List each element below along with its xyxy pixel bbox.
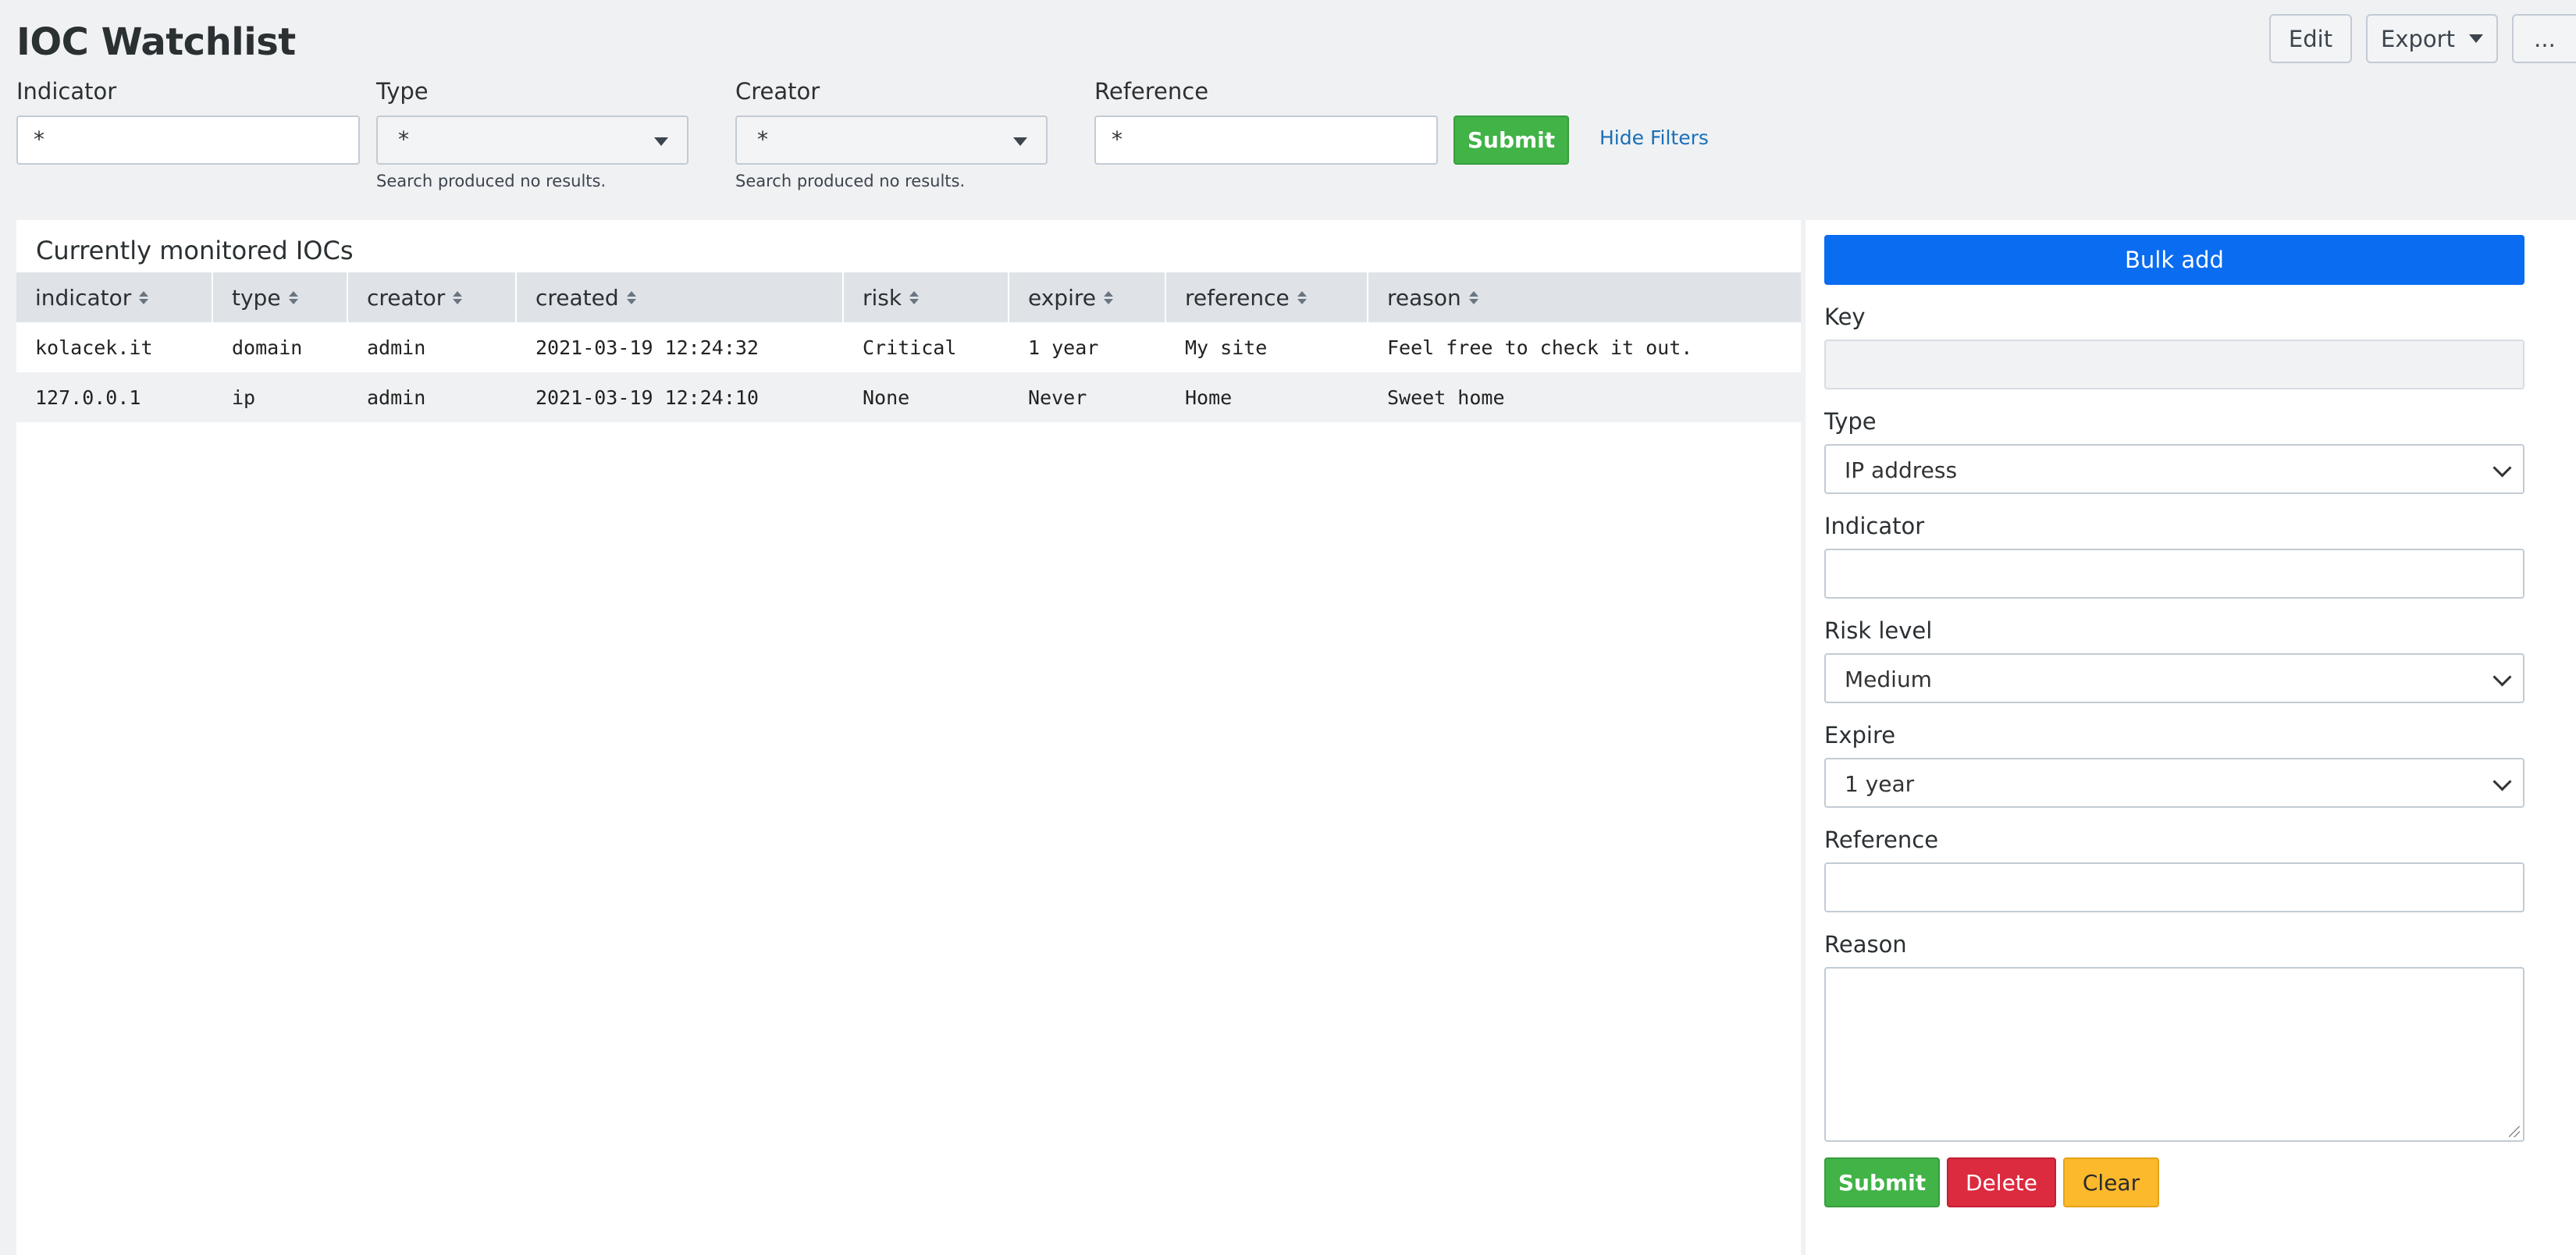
risk-level-select[interactable]: Medium — [1824, 653, 2524, 703]
sort-icon — [909, 290, 920, 304]
filter-submit-button[interactable]: Submit — [1453, 116, 1569, 165]
risk-level-label: Risk level — [1824, 617, 1933, 644]
more-actions-button[interactable]: ... — [2512, 14, 2576, 63]
column-header-type[interactable]: type — [213, 272, 348, 322]
hide-filters-link[interactable]: Hide Filters — [1599, 126, 1709, 149]
reference-label: Reference — [1824, 827, 1939, 853]
more-actions-label: ... — [2534, 25, 2556, 52]
cell-created: 2021-03-19 12:24:32 — [535, 336, 759, 359]
column-header-created[interactable]: created — [517, 272, 844, 322]
filter-type-select[interactable]: * — [376, 116, 688, 165]
cell-indicator: 127.0.0.1 — [35, 386, 141, 409]
type-select[interactable]: IP address — [1824, 444, 2524, 494]
column-header-reason[interactable]: reason — [1368, 272, 1801, 322]
filter-type-hint: Search produced no results. — [376, 172, 607, 190]
cell-expire: Never — [1028, 386, 1087, 409]
cell-reason: Sweet home — [1387, 386, 1505, 409]
cell-indicator: kolacek.it — [35, 336, 153, 359]
cell-reason: Feel free to check it out. — [1387, 336, 1693, 359]
reason-label: Reason — [1824, 931, 1907, 958]
type-value: IP address — [1845, 457, 1958, 483]
filter-reference-value: * — [1112, 126, 1123, 152]
cell-expire: 1 year — [1028, 336, 1099, 359]
expire-label: Expire — [1824, 722, 1896, 748]
ioc-table-title: Currently monitored IOCs — [36, 236, 354, 265]
column-header-label: expire — [1028, 284, 1096, 311]
caret-down-icon — [1013, 137, 1027, 146]
key-label: Key — [1824, 304, 1866, 330]
chevron-down-icon — [2492, 667, 2512, 687]
column-header-creator[interactable]: creator — [348, 272, 517, 322]
form-submit-button[interactable]: Submit — [1824, 1157, 1940, 1207]
sort-icon — [288, 290, 298, 304]
reference-field[interactable] — [1824, 862, 2524, 912]
sort-icon — [1297, 290, 1307, 304]
cell-type: ip — [232, 386, 256, 409]
column-header-expire[interactable]: expire — [1009, 272, 1166, 322]
filter-indicator-label: Indicator — [16, 78, 117, 105]
reason-textarea[interactable] — [1824, 967, 2524, 1142]
column-header-label: risk — [863, 284, 902, 311]
cell-risk: None — [863, 386, 910, 409]
filter-reference-label: Reference — [1094, 78, 1209, 105]
sort-icon — [1103, 290, 1113, 304]
filter-submit-label: Submit — [1467, 127, 1556, 153]
filter-indicator-value: * — [34, 126, 44, 152]
page-title: IOC Watchlist — [16, 20, 296, 64]
edit-button[interactable]: Edit — [2269, 14, 2352, 63]
export-button[interactable]: Export — [2366, 14, 2498, 63]
filter-creator-select[interactable]: * — [735, 116, 1048, 165]
risk-level-value: Medium — [1845, 667, 1932, 692]
chevron-down-icon — [2492, 772, 2512, 791]
sort-icon — [453, 290, 463, 304]
expire-value: 1 year — [1845, 771, 1915, 797]
bulk-add-button[interactable]: Bulk add — [1824, 235, 2524, 285]
cell-reference: Home — [1185, 386, 1233, 409]
column-header-risk[interactable]: risk — [844, 272, 1009, 322]
sort-icon — [139, 290, 149, 304]
chevron-down-icon — [2492, 458, 2512, 478]
filter-indicator-input[interactable]: * — [16, 116, 360, 165]
column-header-label: type — [232, 284, 281, 311]
filter-creator-value: * — [757, 126, 768, 152]
delete-label: Delete — [1966, 1169, 2037, 1196]
indicator-field[interactable] — [1824, 549, 2524, 599]
column-header-reference[interactable]: reference — [1166, 272, 1368, 322]
cell-created: 2021-03-19 12:24:10 — [535, 386, 759, 409]
column-header-label: creator — [367, 284, 446, 311]
column-header-label: indicator — [35, 284, 132, 311]
filter-type-label: Type — [376, 78, 429, 105]
type-label: Type — [1824, 408, 1877, 435]
cell-creator: admin — [367, 386, 426, 409]
cell-creator: admin — [367, 336, 426, 359]
form-submit-label: Submit — [1838, 1169, 1927, 1196]
cell-reference: My site — [1185, 336, 1268, 359]
delete-button[interactable]: Delete — [1947, 1157, 2056, 1207]
column-header-label: created — [535, 284, 619, 311]
column-header-indicator[interactable]: indicator — [16, 272, 213, 322]
caret-down-icon — [2468, 34, 2483, 43]
key-field — [1824, 340, 2524, 389]
edit-button-label: Edit — [2288, 25, 2333, 52]
clear-button[interactable]: Clear — [2063, 1157, 2159, 1207]
sort-icon — [626, 290, 636, 304]
expire-select[interactable]: 1 year — [1824, 758, 2524, 808]
resize-handle-icon[interactable] — [2509, 1126, 2520, 1137]
filter-creator-hint: Search produced no results. — [735, 172, 966, 190]
filter-reference-input[interactable]: * — [1094, 116, 1438, 165]
export-button-label: Export — [2381, 25, 2455, 52]
cell-risk: Critical — [863, 336, 957, 359]
sort-icon — [1468, 290, 1478, 304]
clear-label: Clear — [2082, 1169, 2140, 1196]
column-header-label: reference — [1185, 284, 1290, 311]
indicator-label: Indicator — [1824, 513, 1925, 539]
cell-type: domain — [232, 336, 303, 359]
filter-creator-label: Creator — [735, 78, 820, 105]
filter-type-value: * — [398, 126, 409, 152]
column-header-label: reason — [1387, 284, 1461, 311]
caret-down-icon — [654, 137, 668, 146]
